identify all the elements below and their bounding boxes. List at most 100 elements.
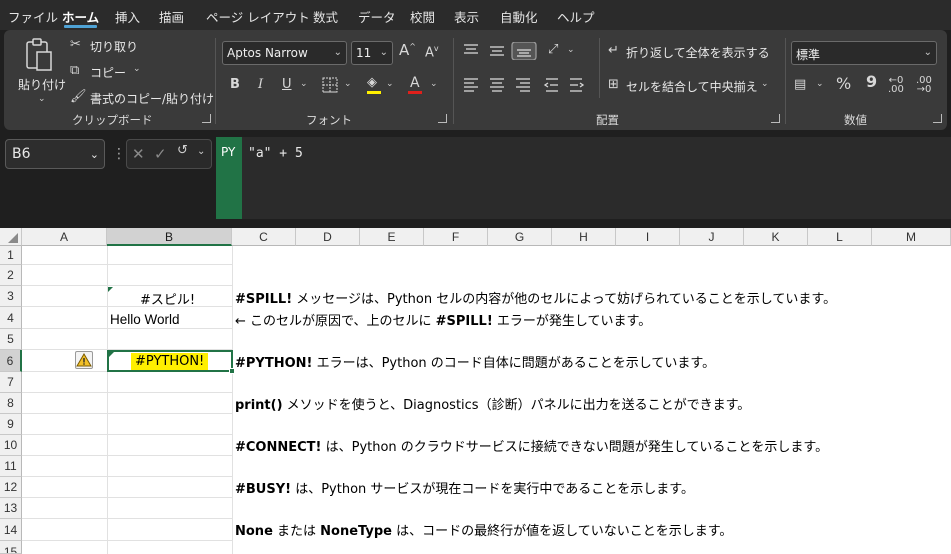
clipboard-launcher-icon[interactable] [202, 114, 211, 123]
row-header-14[interactable]: 14 [0, 519, 22, 541]
italic-button[interactable]: I [258, 78, 263, 91]
chevron-down-icon[interactable]: ⌄ [386, 79, 394, 89]
cancel-icon[interactable]: ✕ [132, 145, 145, 163]
wrap-text-icon[interactable]: ↵ [608, 44, 619, 57]
column-header-h[interactable]: H [552, 228, 616, 246]
row-header-8[interactable]: 8 [0, 393, 22, 414]
row-header-12[interactable]: 12 [0, 477, 22, 498]
column-header-i[interactable]: I [616, 228, 680, 246]
row-header-13[interactable]: 13 [0, 498, 22, 519]
bold-button[interactable]: B [230, 78, 240, 91]
menu-file[interactable]: ファイル [8, 7, 58, 26]
name-box[interactable]: B6 ⌄ [5, 139, 105, 169]
increase-decimal-icon[interactable]: ←0.00 [888, 76, 904, 95]
shrink-font-icon[interactable]: Av [425, 45, 439, 60]
row-header-5[interactable]: 5 [0, 329, 22, 350]
menu-automate[interactable]: 自動化 [500, 7, 538, 26]
decrease-decimal-icon[interactable]: .00 →0 [916, 76, 932, 95]
column-header-b[interactable]: B [107, 228, 232, 246]
fill-color-icon[interactable]: ◈ [367, 76, 377, 89]
error-options-button[interactable] [75, 351, 93, 369]
cell-c8[interactable]: print() メソッドを使うと、Diagnostics（診断）パネルに出力を送… [235, 394, 750, 413]
underline-button[interactable]: U [282, 78, 292, 91]
row-header-7[interactable]: 7 [0, 372, 22, 393]
horizontal-align-icons[interactable] [462, 77, 588, 93]
cell-c14[interactable]: None または NoneType は、コードの最終行が値を返していないことを示… [235, 520, 732, 539]
select-all-corner[interactable] [0, 228, 22, 246]
wrap-text-button[interactable]: 折り返して全体を表示する [626, 44, 770, 61]
orientation-icon[interactable]: ⤢ [548, 43, 558, 56]
cell-b4[interactable]: Hello World [110, 312, 180, 327]
row-header-15[interactable]: 15 [0, 541, 22, 554]
menu-draw[interactable]: 描画 [159, 7, 184, 26]
copy-icon[interactable]: ⧉ [70, 64, 79, 77]
vertical-align-icons[interactable] [462, 42, 544, 60]
number-launcher-icon[interactable] [933, 114, 942, 123]
column-header-g[interactable]: G [488, 228, 552, 246]
column-header-f[interactable]: F [424, 228, 488, 246]
column-header-l[interactable]: L [808, 228, 872, 246]
row-header-3[interactable]: 3 [0, 286, 22, 307]
row-header-11[interactable]: 11 [0, 456, 22, 477]
font-color-icon[interactable]: A [410, 76, 420, 90]
chevron-down-icon[interactable]: ⌄ [816, 79, 824, 89]
column-header-a[interactable]: A [22, 228, 107, 246]
row-header-4[interactable]: 4 [0, 307, 22, 329]
chevron-down-icon[interactable]: ⌄ [344, 79, 352, 89]
menu-data[interactable]: データ [358, 7, 396, 26]
enter-check-icon[interactable]: ✓ [154, 145, 167, 163]
menu-page-layout[interactable]: ページ レイアウト [206, 7, 310, 26]
python-editor-icon[interactable]: ↺ [177, 143, 188, 158]
chevron-down-icon[interactable]: ⌄ [761, 79, 769, 89]
row-header-1[interactable]: 1 [0, 246, 22, 265]
cell-c10[interactable]: #CONNECT! は、Python のクラウドサービスに接続できない問題が発生… [235, 436, 828, 455]
row-header-6[interactable]: 6 [0, 350, 22, 372]
menu-view[interactable]: 表示 [454, 7, 479, 26]
spreadsheet-grid[interactable]: A B C D E F G H I J K L M 1 2 3 4 5 6 7 … [0, 228, 951, 554]
borders-icon[interactable] [322, 77, 338, 93]
column-header-e[interactable]: E [360, 228, 424, 246]
row-header-10[interactable]: 10 [0, 435, 22, 456]
chevron-down-icon[interactable]: ⌄ [430, 79, 438, 89]
font-family-select[interactable]: Aptos Narrow ⌄ [222, 41, 347, 65]
merge-center-button[interactable]: セルを結合して中央揃え [626, 78, 758, 95]
menu-formulas[interactable]: 数式 [313, 7, 338, 26]
alignment-launcher-icon[interactable] [771, 114, 780, 123]
column-header-c[interactable]: C [232, 228, 296, 246]
accounting-format-icon[interactable]: ▤ [794, 78, 806, 91]
chevron-down-icon[interactable]: ⌄ [133, 64, 141, 74]
paste-button[interactable]: 貼り付け ⌄ [14, 36, 66, 106]
menu-insert[interactable]: 挿入 [115, 7, 140, 26]
comma-style-button[interactable]: 9 [866, 74, 877, 90]
cell-c4[interactable]: ← このセルが原因で、上のセルに #SPILL! エラーが発生しています。 [235, 310, 651, 329]
chevron-down-icon[interactable]: ⌄ [38, 94, 46, 104]
menu-home[interactable]: ホーム [62, 7, 99, 28]
copy-button[interactable]: コピー [90, 64, 126, 81]
merge-center-icon[interactable]: ⊞ [608, 78, 619, 91]
row-header-9[interactable]: 9 [0, 414, 22, 435]
cell-b6[interactable]: #PYTHON! [131, 353, 209, 370]
python-formula-box[interactable]: PY "a" + 5 [216, 137, 951, 219]
cell-c6[interactable]: #PYTHON! エラーは、Python のコード自体に問題があることを示してい… [235, 352, 715, 371]
grow-font-icon[interactable]: A^ [399, 43, 416, 58]
percent-style-button[interactable]: % [836, 76, 851, 92]
row-header-2[interactable]: 2 [0, 265, 22, 286]
column-header-j[interactable]: J [680, 228, 744, 246]
more-options-icon[interactable]: ⋮ [112, 146, 126, 162]
formula-text[interactable]: "a" + 5 [248, 146, 303, 161]
column-header-d[interactable]: D [296, 228, 360, 246]
cell-c12[interactable]: #BUSY! は、Python サービスが現在コードを実行中であることを示します… [235, 478, 694, 497]
cell-c3[interactable]: #SPILL! メッセージは、Python セルの内容が他のセルによって妨げられ… [235, 288, 836, 307]
chevron-down-icon[interactable]: ⌄ [197, 146, 205, 157]
font-launcher-icon[interactable] [438, 114, 447, 123]
column-header-k[interactable]: K [744, 228, 808, 246]
chevron-down-icon[interactable]: ⌄ [567, 45, 575, 55]
cut-button[interactable]: 切り取り [90, 38, 138, 55]
menu-review[interactable]: 校閲 [410, 7, 435, 26]
scissors-icon[interactable]: ✂ [70, 38, 81, 51]
number-format-select[interactable]: 標準 ⌄ [791, 41, 937, 65]
format-painter-button[interactable]: 書式のコピー/貼り付け [90, 90, 214, 107]
cell-b3[interactable]: #スピル! [140, 289, 195, 308]
menu-help[interactable]: ヘルプ [557, 7, 595, 26]
column-header-m[interactable]: M [872, 228, 951, 246]
